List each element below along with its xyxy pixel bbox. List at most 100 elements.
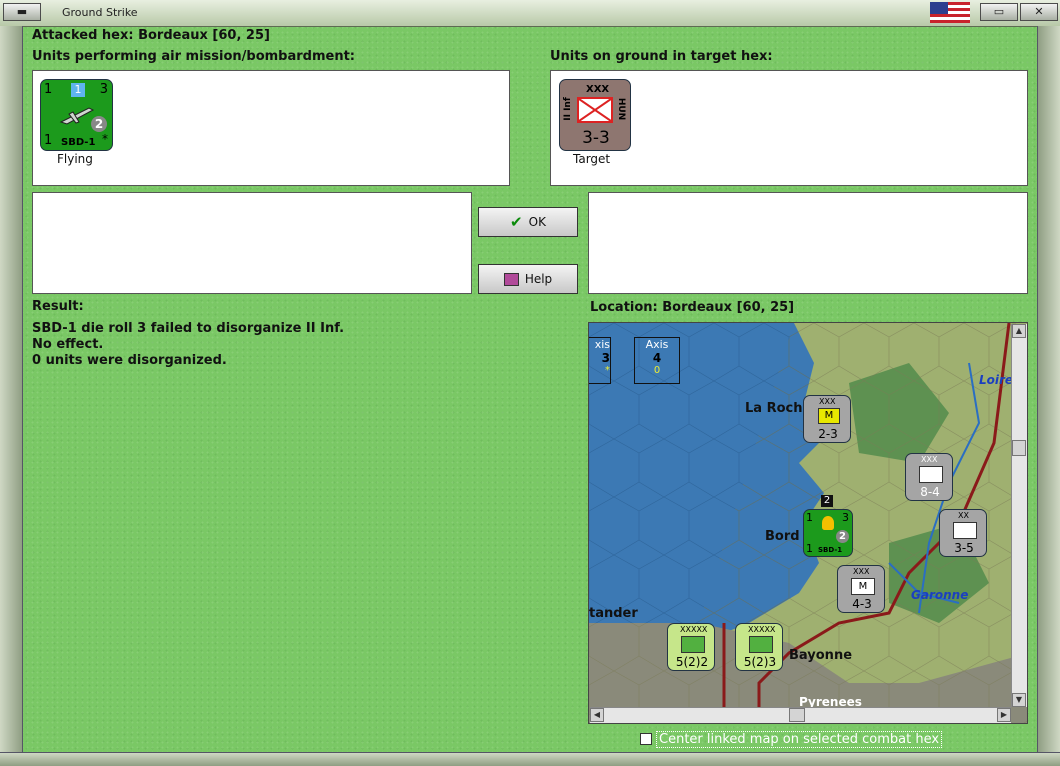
map-unit-corsica[interactable]: XXX M 2-3 bbox=[803, 395, 851, 443]
unit-strength: 3-3 bbox=[582, 128, 610, 148]
help-book-icon bbox=[503, 272, 519, 286]
center-map-label[interactable]: Center linked map on selected combat hex bbox=[656, 731, 943, 748]
ground-units-label: Units on ground in target hex: bbox=[550, 49, 773, 64]
result-label: Result: bbox=[32, 299, 84, 314]
map-unit-size: XX bbox=[958, 511, 969, 520]
help-button[interactable]: Help bbox=[478, 264, 578, 294]
horizontal-scroll-thumb[interactable] bbox=[789, 708, 805, 722]
map-unit-strength: 8-4 bbox=[920, 485, 940, 499]
unit-badge-top: 1 bbox=[71, 83, 85, 97]
map-horizontal-scrollbar[interactable]: ◀ ▶ bbox=[590, 707, 1011, 723]
unit-size: XXX bbox=[586, 84, 610, 95]
ground-details-box bbox=[588, 192, 1028, 294]
air-details-box bbox=[32, 192, 472, 294]
map-vertical-scrollbar[interactable]: ▲ ▼ bbox=[1011, 324, 1027, 707]
map-unit-strength: 2-3 bbox=[818, 427, 838, 441]
scroll-left-button[interactable]: ◀ bbox=[590, 708, 604, 722]
explosion-icon bbox=[822, 516, 834, 530]
scroll-down-button[interactable]: ▼ bbox=[1012, 693, 1026, 707]
ok-label: OK bbox=[528, 215, 546, 229]
ground-strike-window: ▬ Ground Strike ▭ ✕ Attacked hex: Bordea… bbox=[0, 0, 1060, 766]
infantry-symbol-icon bbox=[681, 636, 705, 653]
title-bar: ▬ Ground Strike ▭ ✕ bbox=[0, 0, 1060, 27]
axis-title: Axis bbox=[645, 338, 669, 351]
map-unit-size: XXXXX bbox=[748, 625, 776, 634]
unit-br: * bbox=[102, 132, 108, 146]
unit-badge-mid: 2 bbox=[91, 116, 107, 132]
map-unit-size: XXX bbox=[921, 455, 938, 464]
map-unit-strength: 4-3 bbox=[852, 597, 872, 611]
partial-title: xis bbox=[594, 338, 610, 351]
air-unit-counter[interactable]: 1 3 1 2 1 SBD-1 * bbox=[40, 79, 113, 151]
partial-counter-box: xis 3 * bbox=[589, 337, 611, 384]
map-unit-8-4[interactable]: XXX 8-4 bbox=[905, 453, 953, 501]
restore-button[interactable]: ▭ bbox=[980, 3, 1018, 21]
city-bordeaux: Bord bbox=[765, 529, 800, 544]
city-santander: tander bbox=[589, 606, 638, 621]
axis-value: 4 bbox=[652, 351, 662, 365]
window-title: Ground Strike bbox=[62, 6, 138, 19]
stack-count-badge: 2 bbox=[821, 495, 833, 507]
city-bayonne: Bayonne bbox=[789, 648, 853, 663]
unit-bl: 1 bbox=[44, 133, 53, 148]
map-air-bl: 1 bbox=[806, 542, 813, 555]
map-unit-strength: 3-5 bbox=[954, 541, 974, 555]
armor-symbol-icon bbox=[749, 636, 773, 653]
bottom-frame bbox=[0, 752, 1060, 766]
map-unit-lesage[interactable]: XXXXX 5(2)3 bbox=[735, 623, 783, 671]
unit-nation: HUN bbox=[615, 97, 626, 121]
partial-sub: * bbox=[605, 365, 610, 376]
ground-units-list: XXX II Inf HUN 3-3 Target bbox=[550, 70, 1028, 186]
axis-sub: 0 bbox=[653, 365, 661, 376]
map-unit-strength: 5(2)3 bbox=[743, 655, 777, 669]
partial-value: 3 bbox=[601, 351, 610, 365]
map-unit-size: XXX bbox=[819, 397, 836, 406]
ground-unit-counter[interactable]: XXX II Inf HUN 3-3 bbox=[559, 79, 631, 151]
result-line-1: SBD-1 die roll 3 failed to disorganize I… bbox=[32, 321, 345, 336]
help-label: Help bbox=[524, 272, 553, 286]
close-button[interactable]: ✕ bbox=[1020, 3, 1058, 21]
map-air-unit-sbd1[interactable]: 1 3 2 1 SBD-1 bbox=[803, 509, 853, 557]
map-unit-mark: M bbox=[851, 578, 875, 595]
unit-tl: 1 bbox=[44, 82, 53, 97]
minimize-button[interactable]: ▬ bbox=[3, 3, 41, 21]
right-frame bbox=[1037, 26, 1060, 754]
unit-name: SBD-1 bbox=[61, 137, 96, 148]
location-label: Location: Bordeaux [60, 25] bbox=[590, 300, 795, 315]
result-line-2: No effect. bbox=[32, 337, 104, 352]
map-air-mid: 2 bbox=[836, 530, 849, 543]
map-air-name: SBD-1 bbox=[818, 546, 843, 554]
city-la-rochelle: La Roch bbox=[745, 401, 803, 416]
map-unit-1st-arm-div[interactable]: XX 3-5 bbox=[939, 509, 987, 557]
ok-button[interactable]: ✔ OK bbox=[478, 207, 578, 237]
axis-counter-box: Axis 4 0 bbox=[634, 337, 680, 384]
air-units-list: 1 3 1 2 1 SBD-1 * Flying bbox=[32, 70, 510, 186]
result-line-3: 0 units were disorganized. bbox=[32, 353, 227, 368]
map-unit-gensarm[interactable]: XXXXX 5(2)2 bbox=[667, 623, 715, 671]
vertical-scroll-thumb[interactable] bbox=[1012, 440, 1026, 456]
ground-unit-caption: Target bbox=[573, 152, 611, 166]
river-garonne: Garonne bbox=[911, 588, 969, 602]
plane-icon bbox=[59, 107, 95, 125]
unit-tr: 3 bbox=[99, 82, 108, 97]
air-units-label: Units performing air mission/bombardment… bbox=[32, 49, 356, 64]
scroll-up-button[interactable]: ▲ bbox=[1012, 324, 1026, 338]
map-unit-mark: M bbox=[818, 408, 840, 424]
river-loire: Loire bbox=[979, 373, 1014, 387]
attacked-hex-label: Attacked hex: Bordeaux [60, 25] bbox=[32, 28, 270, 43]
map-air-tl: 1 bbox=[806, 511, 813, 524]
usa-flag-icon bbox=[930, 2, 970, 23]
map-unit-size: XXX bbox=[853, 567, 870, 576]
map-unit-somua[interactable]: XXX M 4-3 bbox=[837, 565, 885, 613]
map-unit-strength: 5(2)2 bbox=[675, 655, 709, 669]
checkmark-icon: ✔ bbox=[510, 213, 523, 231]
infantry-symbol-icon bbox=[577, 97, 613, 123]
armor-symbol-icon bbox=[953, 522, 977, 539]
infantry-symbol-icon bbox=[919, 466, 943, 483]
center-map-checkbox[interactable] bbox=[640, 733, 652, 745]
linked-map[interactable]: Axis 4 0 xis 3 * La Roch Bord tander Bay… bbox=[588, 322, 1028, 724]
scroll-right-button[interactable]: ▶ bbox=[997, 708, 1011, 722]
map-air-tr: 3 bbox=[842, 511, 849, 524]
air-unit-caption: Flying bbox=[57, 152, 93, 166]
left-frame bbox=[0, 26, 23, 754]
